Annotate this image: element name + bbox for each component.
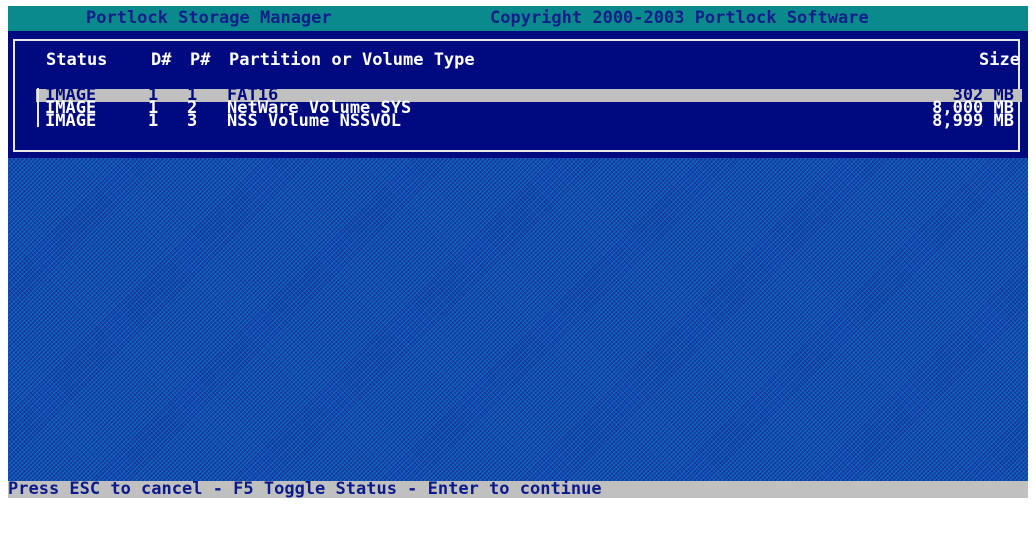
- row-partition-number: 3: [187, 111, 198, 131]
- table-header: Status D# P# Partition or Volume Type Si…: [8, 50, 1028, 70]
- status-bar-hint: Press ESC to cancel - F5 Toggle Status -…: [8, 479, 602, 499]
- list-left-bar: [37, 88, 39, 127]
- row-size: 8,999 MB: [932, 111, 1014, 131]
- partition-row-1[interactable]: IMAGE 1 1 FAT16 302 MB: [36, 87, 1022, 104]
- copyright-text: Copyright 2000-2003 Portlock Software: [490, 8, 869, 28]
- header-size: Size: [979, 50, 1020, 70]
- partition-row-3[interactable]: IMAGE 1 3 NSS Volume NSSVOL 8,999 MB: [36, 111, 1022, 131]
- title-bar: Portlock Storage Manager Copyright 2000-…: [8, 6, 1028, 31]
- partition-list: IMAGE 1 1 FAT16 302 MB IMAGE 1 2 NetWare…: [36, 87, 1022, 131]
- row-type: NSS Volume NSSVOL: [227, 111, 401, 131]
- row-disk-number: 1: [148, 111, 159, 131]
- header-partition-number: P#: [190, 50, 211, 70]
- dos-screen: Portlock Storage Manager Copyright 2000-…: [0, 0, 1036, 498]
- status-bar: Press ESC to cancel - F5 Toggle Status -…: [8, 481, 1028, 498]
- header-disk-number: D#: [151, 50, 172, 70]
- header-status: Status: [46, 50, 108, 70]
- partition-list-panel: Status D# P# Partition or Volume Type Si…: [8, 31, 1028, 158]
- partition-row-2[interactable]: IMAGE 1 2 NetWare Volume SYS 8,000 MB: [36, 100, 1022, 117]
- row-status: IMAGE: [45, 111, 97, 131]
- app-title: Portlock Storage Manager: [86, 8, 332, 28]
- header-partition-type: Partition or Volume Type: [229, 50, 475, 70]
